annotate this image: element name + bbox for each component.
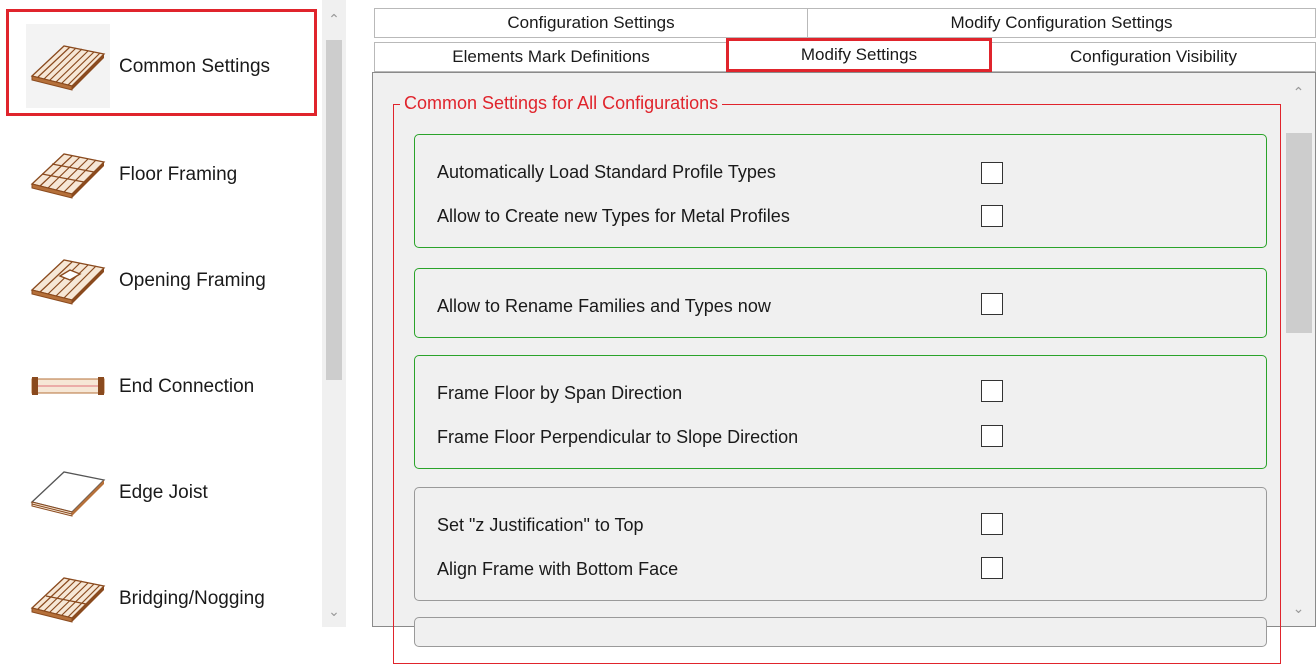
align-bottom-face-checkbox[interactable] (981, 557, 1003, 579)
sidebar-item-label: Opening Framing (119, 270, 266, 291)
rename-families-types-checkbox[interactable] (981, 293, 1003, 315)
tab-modify-configuration-settings[interactable]: Modify Configuration Settings (807, 8, 1316, 38)
frame-floor-group (414, 355, 1267, 469)
tab-label: Modify Settings (800, 45, 918, 64)
scroll-up-arrow-icon[interactable]: ⌃ (1282, 77, 1315, 107)
sidebar-scrollbar[interactable]: ⌃ ⌄ (322, 0, 346, 627)
scroll-down-arrow-icon[interactable]: ⌄ (322, 596, 346, 626)
option-label: Align Frame with Bottom Face (437, 559, 679, 579)
option-label: Allow to Create new Types for Metal Prof… (437, 206, 790, 226)
sidebar-item-label: Floor Framing (119, 164, 238, 185)
option-label: Set "z Justification" to Top (437, 515, 644, 535)
sidebar-item-label: Edge Joist (119, 482, 208, 503)
sidebar-item-floor-framing[interactable]: Floor Framing (16, 118, 316, 218)
tab-modify-settings[interactable]: Modify Settings (726, 38, 992, 72)
sidebar-item-opening-framing[interactable]: Opening Framing (16, 224, 316, 324)
frame-floor-perpendicular-slope-checkbox[interactable] (981, 425, 1003, 447)
justification-group (414, 487, 1267, 601)
edge-joist-icon (26, 450, 110, 534)
sidebar-item-label: Common Settings (119, 56, 271, 77)
z-justification-top-checkbox[interactable] (981, 513, 1003, 535)
scroll-up-arrow-icon[interactable]: ⌃ (322, 4, 346, 34)
option-label: Frame Floor by Span Direction (437, 383, 683, 403)
opening-framing-icon (26, 238, 110, 322)
tab-label: Configuration Settings (507, 13, 675, 32)
next-group-partial (414, 617, 1267, 647)
create-metal-profile-types-checkbox[interactable] (981, 205, 1003, 227)
sidebar-item-common-settings[interactable]: Common Settings (16, 10, 316, 110)
auto-load-profile-types-checkbox[interactable] (981, 162, 1003, 184)
sidebar-item-bridging-nogging[interactable]: Bridging/Nogging (16, 542, 316, 627)
tab-label: Elements Mark Definitions (452, 47, 650, 66)
groupbox-title: Common Settings for All Configurations (400, 93, 723, 114)
sidebar-item-label: Bridging/Nogging (119, 588, 265, 609)
scroll-down-arrow-icon[interactable]: ⌄ (1282, 593, 1315, 623)
parallel-boards-icon (26, 24, 110, 108)
sidebar: Common Settings Floor Framing Opening Fr… (0, 0, 324, 627)
profile-types-group (414, 134, 1267, 248)
sidebar-item-edge-joist[interactable]: Edge Joist (16, 436, 316, 536)
settings-scrollbar[interactable]: ⌃ ⌄ (1282, 73, 1315, 626)
floor-framing-icon (26, 132, 110, 216)
tab-elements-mark-definitions[interactable]: Elements Mark Definitions (374, 42, 728, 72)
option-label: Automatically Load Standard Profile Type… (437, 162, 776, 182)
settings-scroll-thumb[interactable] (1286, 133, 1312, 333)
tab-label: Modify Configuration Settings (950, 13, 1173, 32)
sidebar-item-end-connection[interactable]: End Connection (16, 330, 316, 430)
sidebar-item-label: End Connection (119, 376, 255, 397)
tab-configuration-visibility[interactable]: Configuration Visibility (991, 42, 1316, 72)
tab-label: Configuration Visibility (1070, 47, 1237, 66)
option-label: Frame Floor Perpendicular to Slope Direc… (437, 427, 799, 447)
option-label: Allow to Rename Families and Types now (437, 296, 771, 316)
frame-floor-span-direction-checkbox[interactable] (981, 380, 1003, 402)
sidebar-scroll-thumb[interactable] (326, 40, 342, 380)
end-connection-icon (26, 344, 110, 428)
tab-configuration-settings[interactable]: Configuration Settings (374, 8, 808, 38)
bridging-nogging-icon (26, 556, 110, 627)
